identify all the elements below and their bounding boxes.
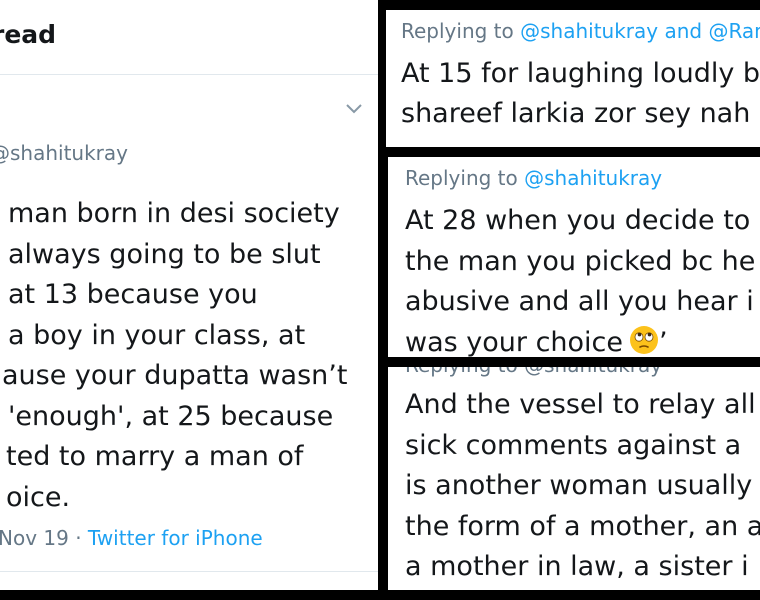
reply-panel-middle: Replying to @shahitukray At 28 when you … <box>388 157 760 357</box>
replying-to-label: Replying to <box>405 166 525 190</box>
tweet-line: man born in desi society <box>8 198 340 229</box>
reply-panel-bottom: Replying to @shahitukray And the vessel … <box>388 367 760 590</box>
reply-text: And the vessel to relay all sick comment… <box>405 385 760 588</box>
reply-panel-top: Replying to @shahitukray and @RanjA At 1… <box>386 10 760 147</box>
reply-line: is another woman usually <box>405 470 753 501</box>
tweet-date[interactable]: Nov 19 <box>0 526 69 550</box>
reply-line: the man you picked bc he <box>405 245 756 277</box>
closing-quote: ’ <box>659 326 668 358</box>
tweet-text: man born in desi society always going to… <box>0 194 372 518</box>
reply-line: a mother in law, a sister i <box>405 551 749 582</box>
chevron-down-icon[interactable] <box>345 102 363 116</box>
tweet-line: oice. <box>6 481 71 513</box>
replying-to-line: Replying to @shahitukray <box>405 165 662 191</box>
reply-text: At 15 for laughing loudly b shareef lark… <box>401 54 760 134</box>
tweet-line: ted to marry a man of <box>6 441 304 472</box>
tweet-line: ause your dupatta wasn’t <box>2 360 348 391</box>
reply-line: And the vessel to relay all <box>405 389 756 420</box>
meta-separator: · <box>68 526 88 550</box>
reply-line-text: was your choice <box>405 326 624 358</box>
reply-line-last: was your choice ’ <box>405 323 755 358</box>
tweet-meta: Nov 19 · Twitter for iPhone <box>0 524 263 552</box>
tweet-source-link[interactable]: Twitter for iPhone <box>88 526 263 550</box>
replying-to-label: Replying to <box>401 19 521 43</box>
mention-link[interactable]: @shahitukray <box>524 166 662 190</box>
mention-conjunction: and <box>658 19 709 43</box>
tweet-line: 'enough', at 25 because <box>8 400 334 432</box>
reply-text: At 28 when you decide to the man you pic… <box>405 201 755 357</box>
meta-divider <box>0 571 378 572</box>
reply-line: At 15 for laughing loudly b <box>401 58 760 89</box>
reply-line: At 28 when you decide to <box>405 205 751 236</box>
reply-line: shareef larkia zor sey nah <box>401 98 751 129</box>
thread-header-title: read <box>0 20 57 49</box>
tweet-line: a boy in your class, at <box>8 319 306 351</box>
mention-link[interactable]: @shahitukray <box>520 19 658 43</box>
face-with-rolling-eyes-icon <box>630 325 659 354</box>
replying-to-line: Replying to @shahitukray and @RanjA <box>401 18 760 44</box>
author-handle-text: shahitukray <box>10 141 128 165</box>
screenshot-collage: read @shahitukray man born in desi socie… <box>0 0 760 600</box>
mention-link[interactable]: @RanjA <box>708 19 760 43</box>
header-divider <box>0 74 378 75</box>
main-tweet-panel: read @shahitukray man born in desi socie… <box>0 0 378 590</box>
reply-line: abusive and all you hear i <box>405 286 754 317</box>
tweet-line: at 13 because you <box>8 279 258 310</box>
author-handle[interactable]: @shahitukray <box>0 140 128 166</box>
tweet-line: always going to be slut <box>8 238 321 270</box>
cropped-replying-line: Replying to @shahitukray <box>405 367 662 377</box>
reply-line: the form of a mother, an a <box>405 510 760 542</box>
reply-line: sick comments against a <box>405 429 742 461</box>
